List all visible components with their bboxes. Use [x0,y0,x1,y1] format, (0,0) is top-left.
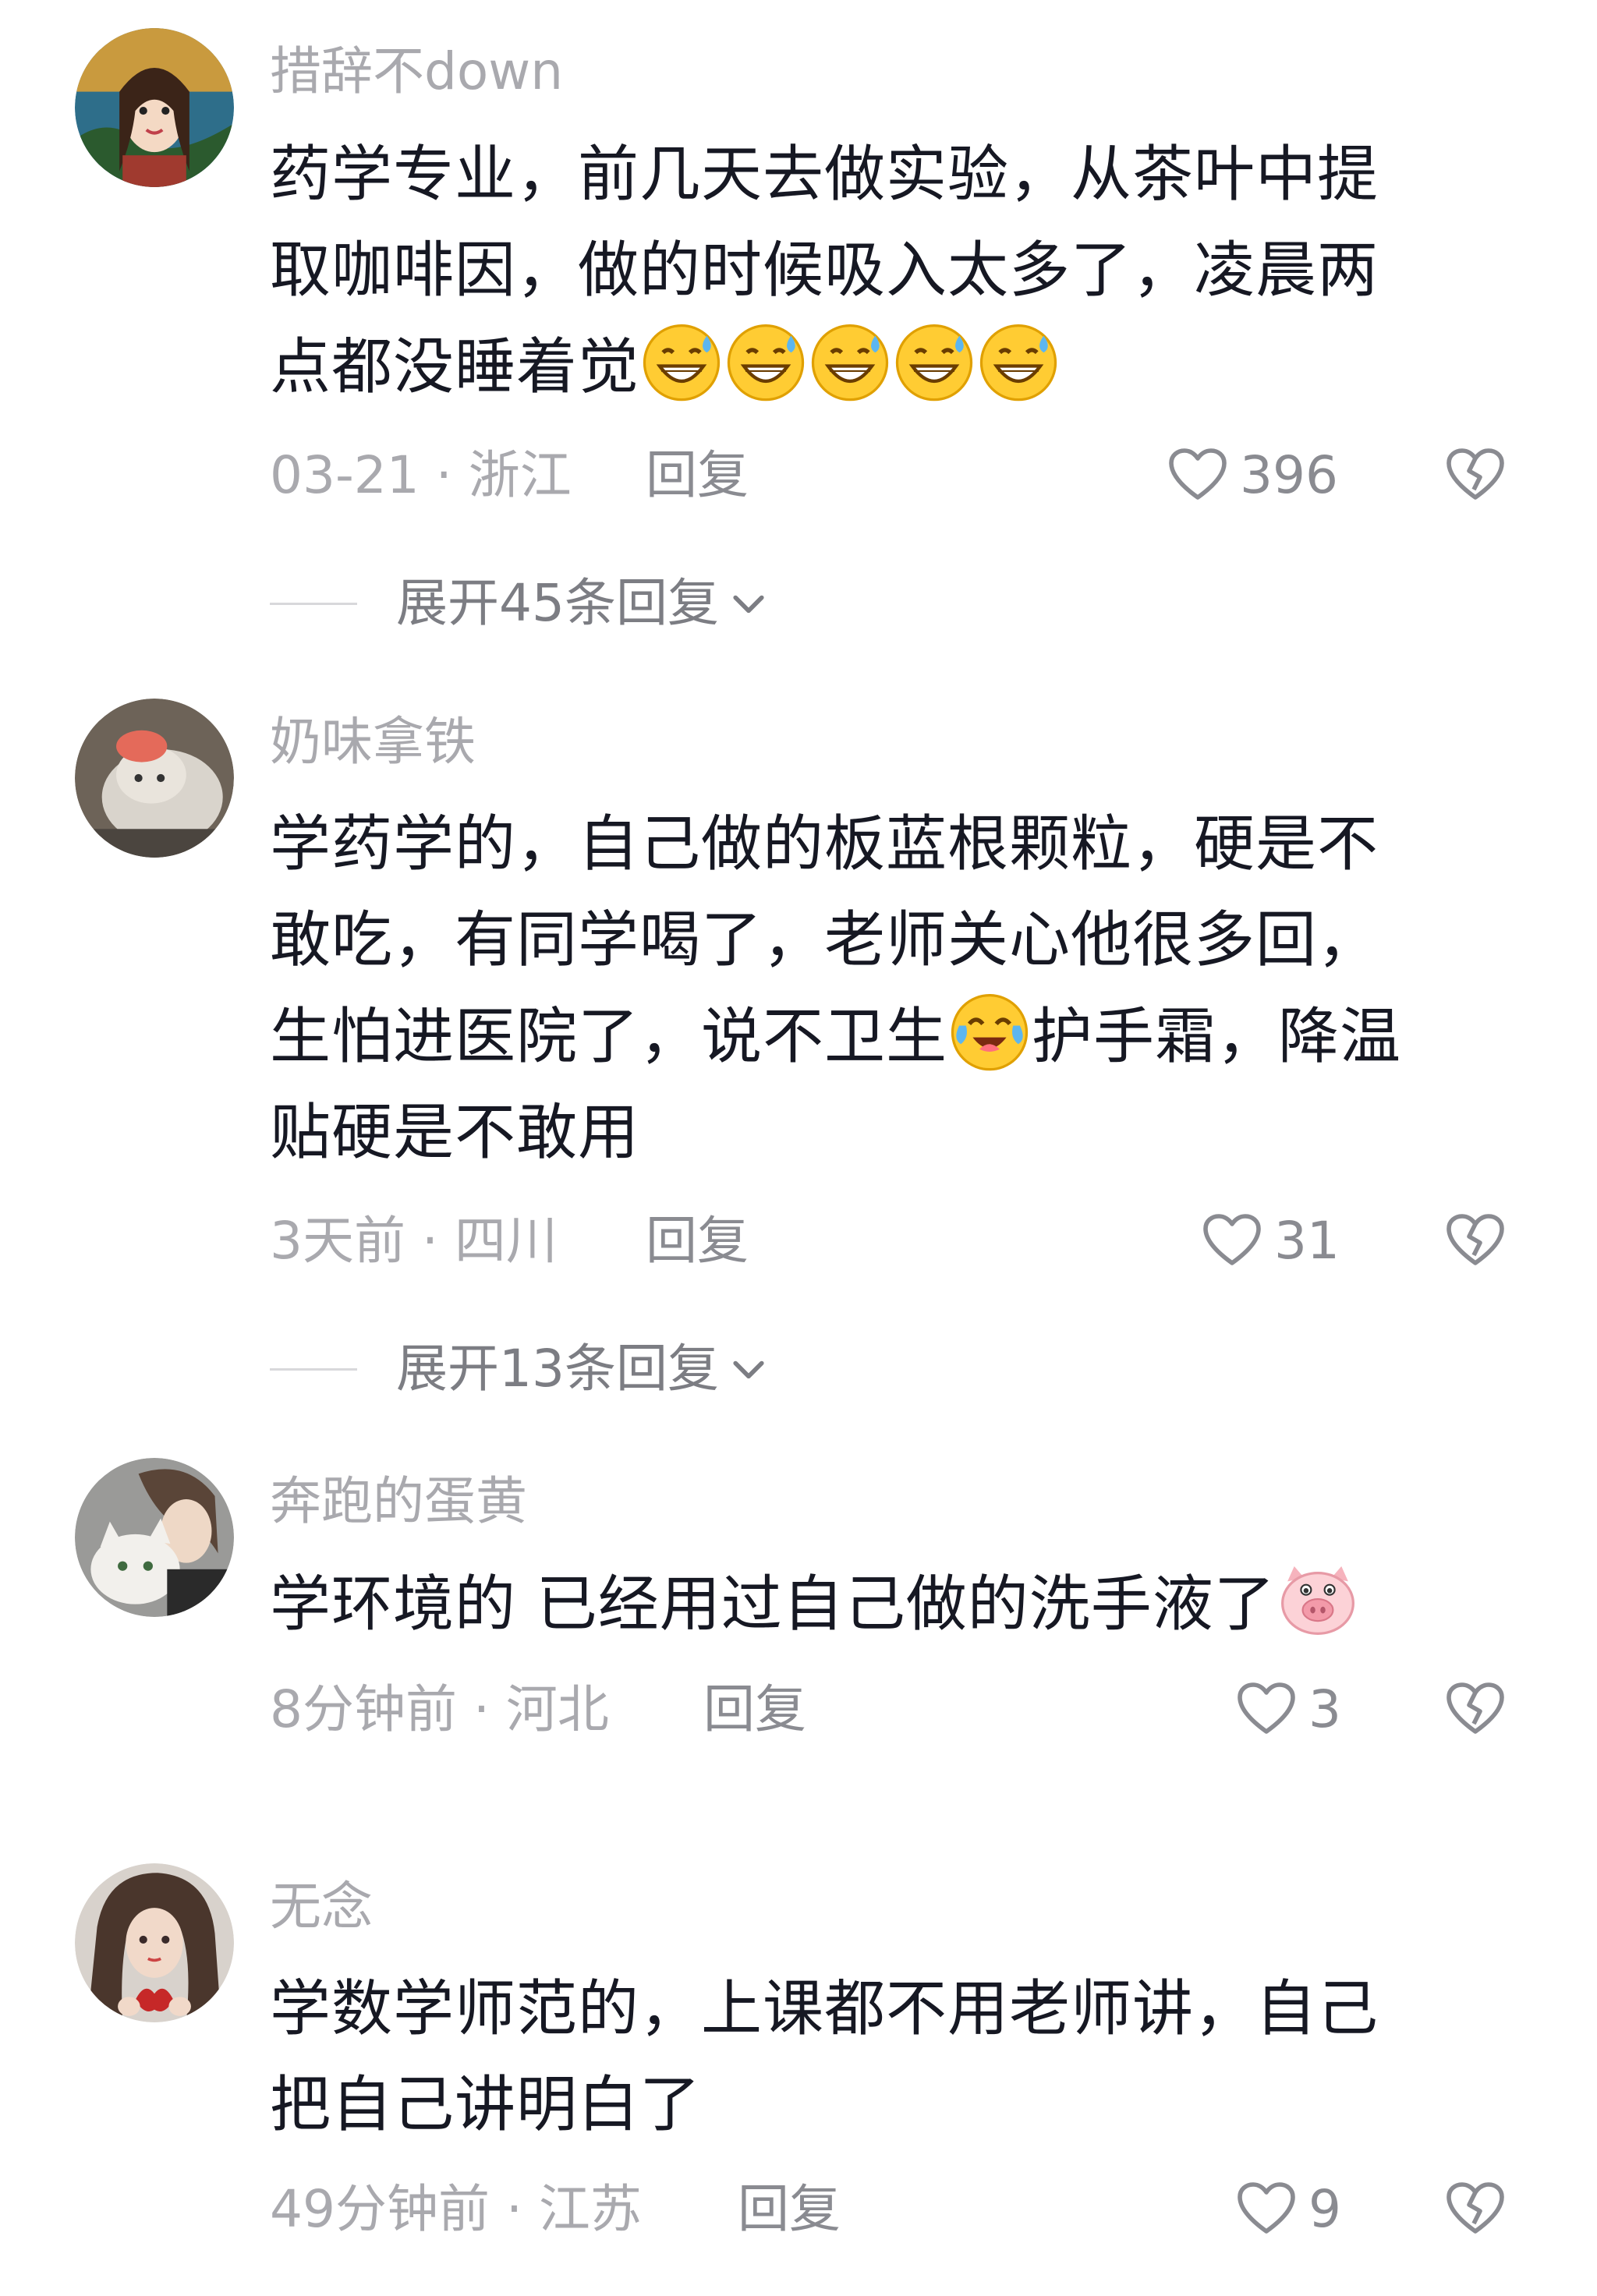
comment-meta: 3天前 · 四川 [270,1211,558,1271]
comment-line: 生怕进医院了，说不卫生 护手霜，降温 [270,989,1502,1085]
heart-outline-icon [1235,1679,1298,1741]
expand-replies-label: 展开45条回复 [396,573,719,633]
sweat-grin-emoji [724,319,808,403]
username[interactable]: 奔跑的蛋黄 [270,1470,527,1533]
comment-line: 学环境的 已经用过自己做的洗手液了 [270,1556,1502,1653]
comment-text: 药学专业，前几天去做实验，从茶叶中提 取咖啡因，做的时候吸入太多了，凌晨两 点都… [270,127,1502,416]
reply-button[interactable]: 回复 [703,1679,806,1741]
chevron-down-icon [727,582,770,625]
comment-line-text: 点都没睡着觉 [270,332,640,402]
username[interactable]: 措辞不down [270,41,563,103]
reply-button[interactable]: 回复 [646,1210,749,1272]
comment-text: 学数学师范的，上课都不用老师讲，自己 把自己讲明白了 [270,1962,1502,2153]
laugh-cry-emoji [947,989,1032,1073]
like-count: 9 [1308,2179,1341,2239]
dislike-button[interactable] [1444,1679,1507,1741]
expand-replies-button[interactable]: 展开13条回复 [270,1338,770,1400]
comment-text: 学环境的 已经用过自己做的洗手液了 [270,1556,1502,1653]
avatar[interactable] [75,28,234,187]
chevron-down-icon [727,1347,770,1391]
expand-replies-label: 展开13条回复 [396,1339,719,1399]
expand-replies-button[interactable]: 展开45条回复 [270,572,770,635]
sweat-grin-emoji [808,319,892,403]
comment-line: 学数学师范的，上课都不用老师讲，自己 [270,1974,1379,2044]
dislike-button[interactable] [1444,444,1507,507]
comment-line: 贴硬是不敢用 [270,1098,640,1168]
comment-line-text: 学环境的 已经用过自己做的洗手液了 [270,1569,1276,1640]
comment-line: 取咖啡因，做的时候吸入太多了，凌晨两 [270,235,1379,306]
heart-outline-icon [1235,2178,1298,2241]
avatar[interactable] [75,1863,234,2022]
reply-button[interactable]: 回复 [738,2178,841,2241]
comment-meta: 8分钟前 · 河北 [270,1679,609,1739]
username[interactable]: 奶味拿铁 [270,711,476,773]
sweat-grin-emoji [892,319,976,403]
avatar[interactable] [75,699,234,858]
username[interactable]: 无念 [270,1876,373,1938]
comment-line-text: 生怕进医院了，说不卫生 [270,1002,948,1072]
broken-heart-icon [1444,1679,1507,1741]
like-count: 396 [1240,445,1338,505]
like-count: 3 [1308,1679,1341,1739]
avatar[interactable] [75,1458,234,1617]
like-button[interactable]: 396 [1167,444,1338,507]
comment-line: 敢吃，有同学喝了，老师关心他很多回， [270,905,1379,975]
reply-button[interactable]: 回复 [646,444,749,507]
dislike-button[interactable] [1444,2178,1507,2241]
like-count: 31 [1274,1211,1340,1271]
comment-line: 把自己讲明白了 [270,2070,702,2140]
dislike-button[interactable] [1444,1210,1507,1272]
like-button[interactable]: 9 [1235,2178,1341,2241]
heart-outline-icon [1201,1210,1263,1272]
sweat-grin-emoji [639,319,724,403]
comment-line: 药学专业，前几天去做实验，从茶叶中提 [270,140,1379,210]
broken-heart-icon [1444,1210,1507,1272]
comment-line: 学药学的，自己做的板蓝根颗粒，硬是不 [270,809,1379,879]
like-button[interactable]: 31 [1201,1210,1340,1272]
divider [270,1367,357,1371]
comment-meta: 03-21 · 浙江 [270,445,572,505]
heart-outline-icon [1167,444,1229,507]
comment-line-text: 护手霜，降温 [1032,1002,1402,1072]
divider [270,602,357,605]
like-button[interactable]: 3 [1235,1679,1341,1741]
comment-text: 学药学的，自己做的板蓝根颗粒，硬是不 敢吃，有同学喝了，老师关心他很多回， 生怕… [270,797,1502,1181]
comment-meta: 49分钟前 · 江苏 [270,2179,642,2239]
broken-heart-icon [1444,2178,1507,2241]
comment-line: 点都没睡着觉 [270,319,1502,416]
pig-face-emoji [1276,1556,1360,1640]
sweat-grin-emoji [976,319,1061,403]
broken-heart-icon [1444,444,1507,507]
